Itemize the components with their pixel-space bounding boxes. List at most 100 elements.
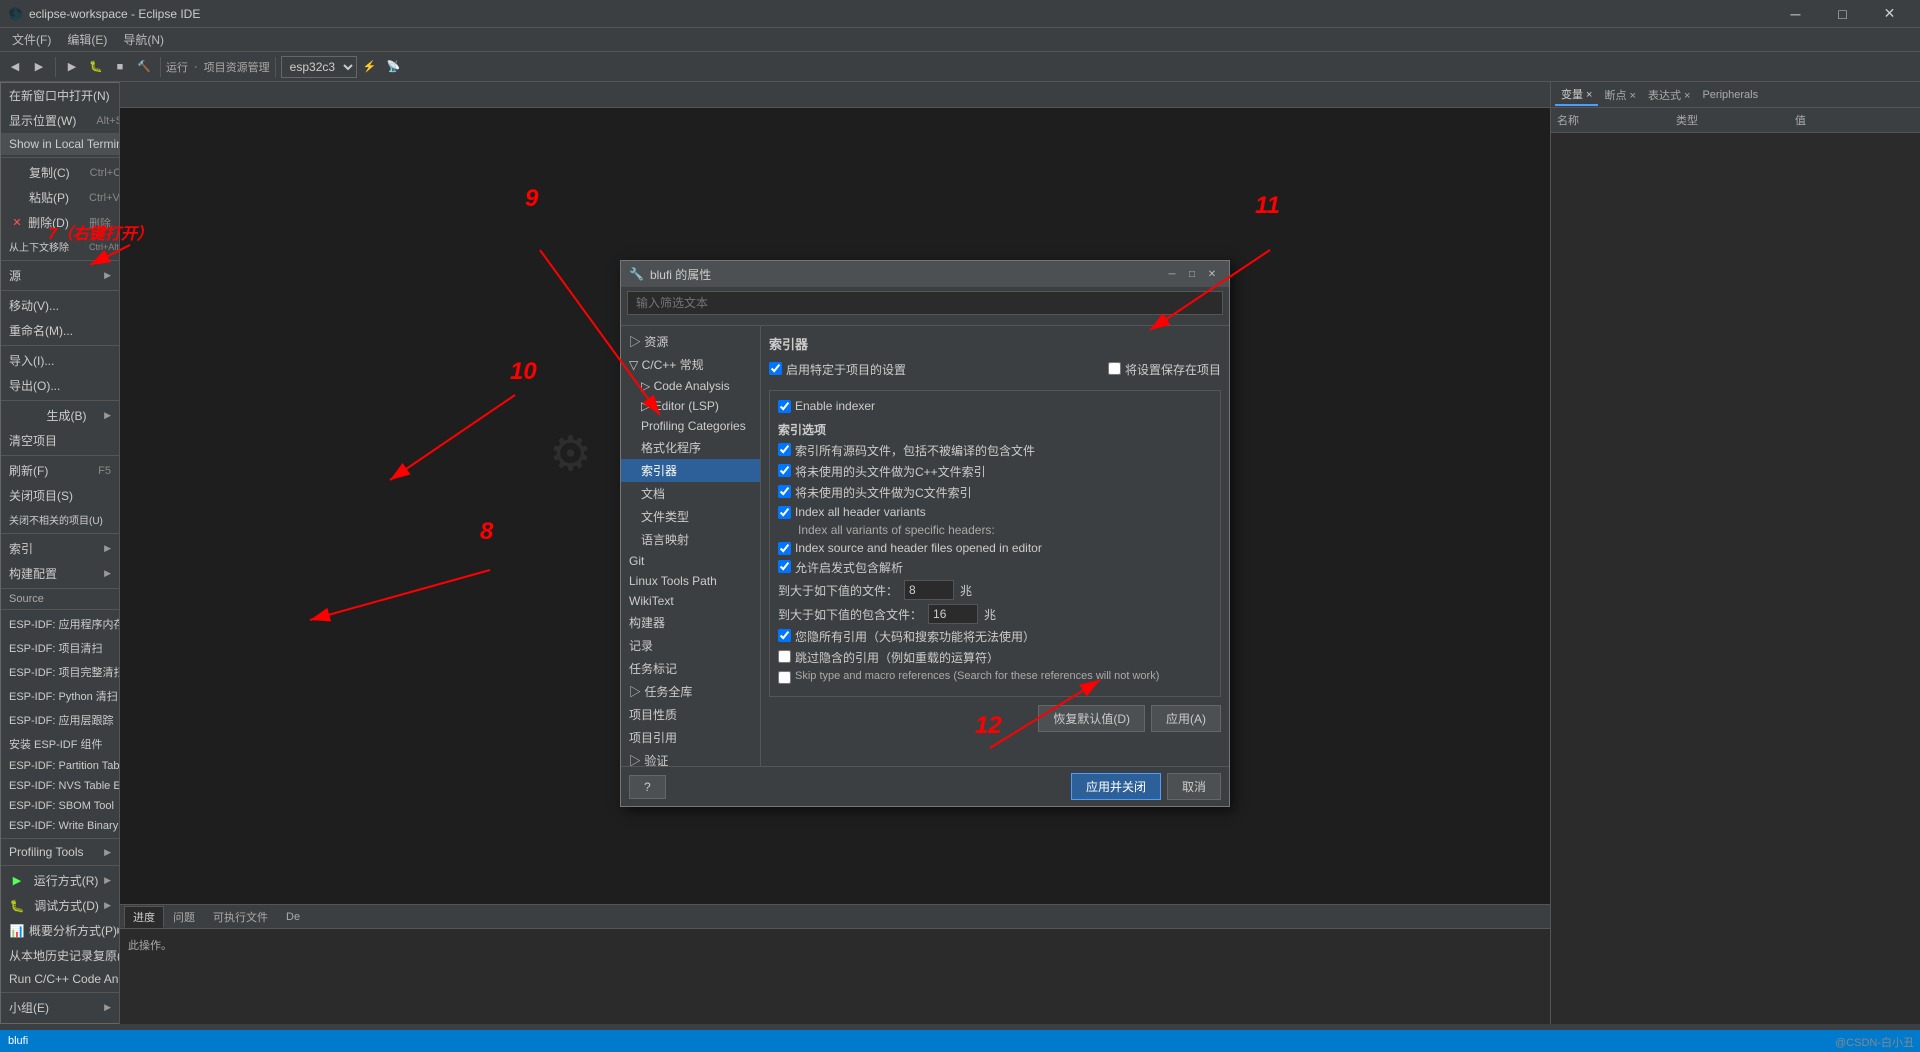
help-button[interactable]: ? <box>629 775 666 799</box>
close-button[interactable]: ✕ <box>1867 0 1912 28</box>
ctx-compare-with[interactable]: 比较对象(A) <box>1 1020 119 1024</box>
use-project-settings-checkbox[interactable] <box>769 362 782 375</box>
ctx-index[interactable]: 索引 <box>1 536 119 561</box>
tree-builder[interactable]: 构建器 <box>621 611 760 634</box>
opt3-checkbox[interactable] <box>778 485 791 498</box>
tree-cpp-common[interactable]: ▽ C/C++ 常规 <box>621 353 760 376</box>
dialog-minimize[interactable]: ─ <box>1163 265 1181 283</box>
ctx-write-binary[interactable]: ESP-IDF: Write Binary Data to Flash <box>1 816 119 836</box>
ctx-restore-history[interactable]: 从本地历史记录复原(Y)... <box>1 943 119 968</box>
ctx-profile-as[interactable]: 📊 概要分析方式(P) <box>1 918 119 943</box>
ctx-run-as[interactable]: ▶ 运行方式(R) <box>1 868 119 893</box>
toolbar-monitor[interactable]: 📡 <box>383 56 405 78</box>
tree-indexer[interactable]: 索引器 <box>621 459 760 482</box>
toolbar-back[interactable]: ◀ <box>4 56 26 78</box>
tree-linux-tools[interactable]: Linux Tools Path <box>621 571 760 591</box>
tree-profiling-cat[interactable]: Profiling Categories <box>621 416 760 436</box>
ctx-clean[interactable]: 清空项目 <box>1 428 119 453</box>
ctx-import[interactable]: 导入(I)... <box>1 348 119 373</box>
opt1-checkbox[interactable] <box>778 443 791 456</box>
ctx-build[interactable]: 生成(B) <box>1 403 119 428</box>
ctx-partition-editor[interactable]: ESP-IDF: Partition Table Editor <box>1 756 119 776</box>
ctx-close-unrelated[interactable]: 关闭不相关的项目(U) <box>1 508 119 531</box>
restore-default-button[interactable]: 恢复默认值(D) <box>1038 705 1145 732</box>
opt4-checkbox[interactable] <box>778 506 791 519</box>
opt8-checkbox[interactable] <box>778 650 791 663</box>
max-file-size-input[interactable] <box>904 580 954 600</box>
tree-lang-mapping[interactable]: 语言映射 <box>621 528 760 551</box>
menu-navigate[interactable]: 导航(N) <box>115 28 172 52</box>
tree-git[interactable]: Git <box>621 551 760 571</box>
ctx-export[interactable]: 导出(O)... <box>1 373 119 398</box>
opt6-checkbox[interactable] <box>778 560 791 573</box>
maximize-button[interactable]: □ <box>1820 0 1865 28</box>
tab-de[interactable]: De <box>277 908 309 926</box>
ctx-copy[interactable]: 复制(C) Ctrl+C <box>1 160 119 185</box>
ctx-nvs-editor[interactable]: ESP-IDF: NVS Table Editor <box>1 776 119 796</box>
ctx-profiling[interactable]: Profiling Tools <box>1 841 119 863</box>
tree-docs[interactable]: 文档 <box>621 482 760 505</box>
opt2-checkbox[interactable] <box>778 464 791 477</box>
ctx-rename[interactable]: 重命名(M)... <box>1 318 119 343</box>
tree-task-tags[interactable]: 任务标记 <box>621 657 760 680</box>
ctx-install-component[interactable]: 安装 ESP-IDF 组件 <box>1 732 119 756</box>
ctx-espidf-python-clean[interactable]: ESP-IDF: Python 清扫 <box>1 684 119 708</box>
ctx-paste[interactable]: 粘贴(P) Ctrl+V <box>1 185 119 210</box>
ctx-delete[interactable]: ✕ 删除(D) 删除 <box>1 210 119 235</box>
tab-problems[interactable]: 问题 <box>164 906 204 928</box>
ctx-build-config[interactable]: 构建配置 <box>1 561 119 586</box>
ctx-source[interactable]: 源 <box>1 263 119 288</box>
toolbar-flash[interactable]: ⚡ <box>359 56 381 78</box>
minimize-button[interactable]: ─ <box>1773 0 1818 28</box>
ctx-sbom[interactable]: ESP-IDF: SBOM Tool <box>1 796 119 816</box>
tree-validate[interactable]: ▷ 验证 <box>621 749 760 766</box>
dialog-maximize[interactable]: □ <box>1183 265 1201 283</box>
tab-progress[interactable]: 进度 <box>124 906 164 928</box>
tab-breakpoints[interactable]: 断点 × <box>1598 85 1641 105</box>
max-include-size-input[interactable] <box>928 604 978 624</box>
tab-variables[interactable]: 变量 × <box>1555 84 1598 106</box>
tab-executables[interactable]: 可执行文件 <box>204 906 277 928</box>
toolbar-build[interactable]: 🔨 <box>133 56 155 78</box>
toolbar-stop[interactable]: ■ <box>109 56 131 78</box>
tree-editor-lsp[interactable]: ▷ Editor (LSP) <box>621 396 760 416</box>
tree-resources[interactable]: ▷ 资源 <box>621 330 760 353</box>
tree-file-types[interactable]: 文件类型 <box>621 505 760 528</box>
toolbar-run[interactable]: ▶ <box>61 56 83 78</box>
enable-indexer-checkbox[interactable] <box>778 400 791 413</box>
ctx-espidf-clean[interactable]: ESP-IDF: 项目清扫 <box>1 636 119 660</box>
ctx-move[interactable]: 移动(V)... <box>1 293 119 318</box>
ctx-open-new-window[interactable]: 在新窗口中打开(N) <box>1 83 119 108</box>
tab-peripherals[interactable]: Peripherals <box>1696 87 1764 103</box>
ctx-remove-from-context[interactable]: 从上下文移除 Ctrl+Alt+Shift+↓ <box>1 235 119 258</box>
opt5-checkbox[interactable] <box>778 542 791 555</box>
ctx-espidf-memory[interactable]: ESP-IDF: 应用程序内存分析 <box>1 612 119 636</box>
menu-edit[interactable]: 编辑(E) <box>59 28 115 52</box>
tree-wikitext[interactable]: WikiText <box>621 591 760 611</box>
ctx-espidf-fullclean[interactable]: ESP-IDF: 项目完整清扫 <box>1 660 119 684</box>
apply-close-button[interactable]: 应用并关闭 <box>1071 773 1161 800</box>
tab-expressions[interactable]: 表达式 × <box>1642 85 1696 105</box>
cancel-button[interactable]: 取消 <box>1167 773 1221 800</box>
tree-project-nature[interactable]: 项目性质 <box>621 703 760 726</box>
toolbar-forward[interactable]: ▶ <box>28 56 50 78</box>
dialog-search-input[interactable] <box>627 291 1223 315</box>
ctx-run-code-analysis[interactable]: Run C/C++ Code Analysis <box>1 968 119 990</box>
tree-formatter[interactable]: 格式化程序 <box>621 436 760 459</box>
ctx-close-project[interactable]: 关闭项目(S) <box>1 483 119 508</box>
tree-log[interactable]: 记录 <box>621 634 760 657</box>
menu-file[interactable]: 文件(F) <box>4 28 59 52</box>
ctx-show-local-terminal[interactable]: Show in Local Terminal ▶ <box>1 133 119 155</box>
tree-code-analysis[interactable]: ▷ Code Analysis <box>621 376 760 396</box>
ctx-team[interactable]: 小组(E) <box>1 995 119 1020</box>
tree-project-ref[interactable]: 项目引用 <box>621 726 760 749</box>
apply-button[interactable]: 应用(A) <box>1151 705 1221 732</box>
dialog-close-button[interactable]: ✕ <box>1203 265 1221 283</box>
opt7-checkbox[interactable] <box>778 629 791 642</box>
save-to-project-checkbox[interactable] <box>1108 362 1121 375</box>
ctx-refresh[interactable]: 刷新(F) F5 <box>1 458 119 483</box>
esp-device-dropdown[interactable]: esp32c3 <box>281 56 357 78</box>
ctx-show-location[interactable]: 显示位置(W) Alt+Shift+W ▶ <box>1 108 119 133</box>
opt9-checkbox[interactable] <box>778 671 791 684</box>
toolbar-debug[interactable]: 🐛 <box>85 56 107 78</box>
